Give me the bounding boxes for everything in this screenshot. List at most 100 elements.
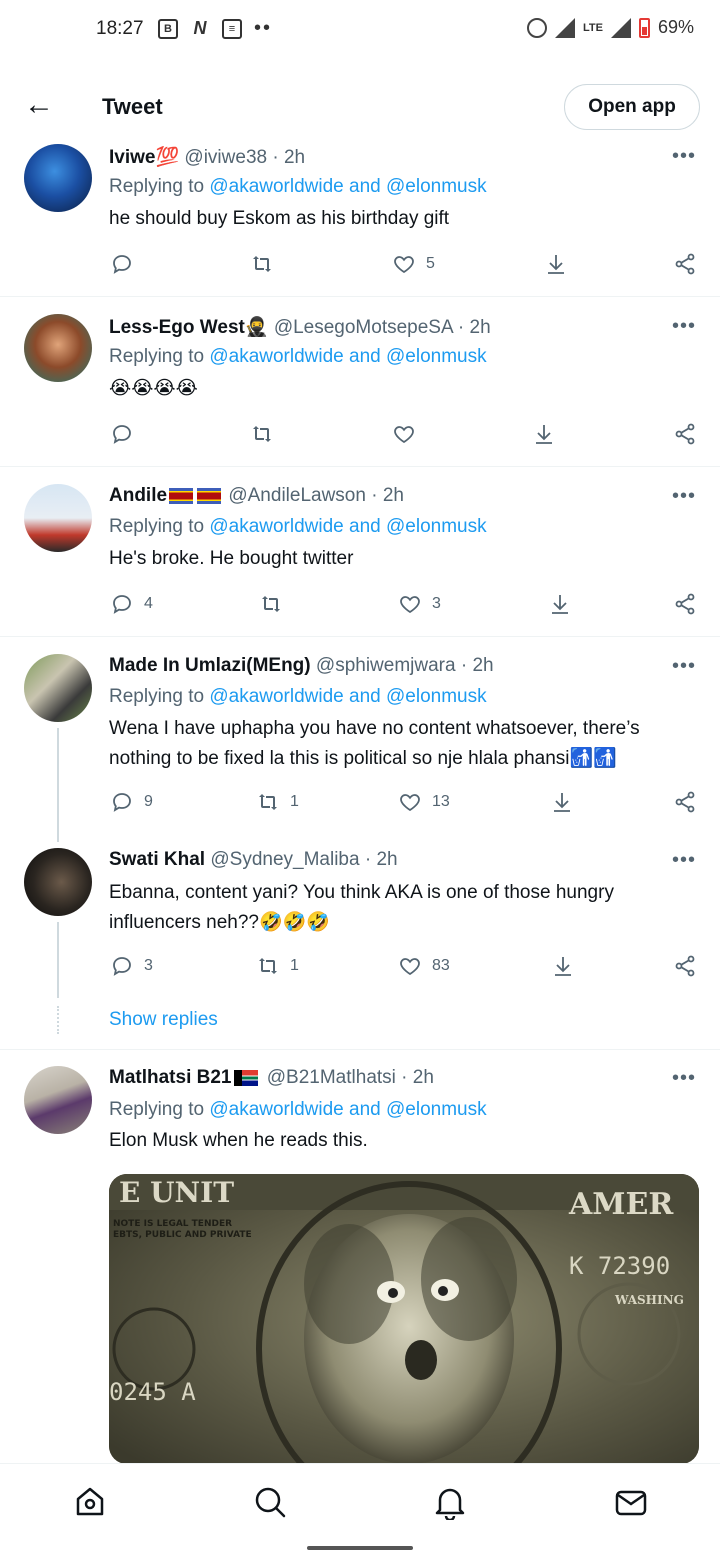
avatar[interactable] bbox=[24, 848, 92, 916]
like-button[interactable]: 13 bbox=[398, 790, 450, 814]
share-button[interactable] bbox=[673, 954, 697, 978]
replying-to: Replying to @akaworldwide and @elonmusk bbox=[109, 516, 487, 538]
author-handle: @LesegoMotsepeSA bbox=[273, 317, 453, 338]
tweet-author[interactable]: Swati Khal @Sydney_Maliba · 2h bbox=[109, 849, 398, 871]
replying-to: Replying to @akaworldwide and @elonmusk bbox=[109, 346, 487, 368]
like-button[interactable]: 83 bbox=[398, 954, 450, 978]
avatar[interactable] bbox=[24, 1066, 92, 1134]
tweet-time: · 2h bbox=[371, 485, 404, 506]
replying-prefix: Replying to bbox=[109, 1099, 210, 1120]
network-type: LTE bbox=[583, 21, 603, 34]
more-options-icon[interactable]: ••• bbox=[672, 849, 696, 872]
tweet-actions: 4 3 bbox=[0, 592, 720, 622]
battery-icon bbox=[638, 17, 650, 38]
open-app-button[interactable]: Open app bbox=[564, 84, 700, 130]
more-options-icon[interactable]: ••• bbox=[672, 655, 696, 678]
replying-prefix: Replying to bbox=[109, 686, 210, 707]
share-button[interactable] bbox=[673, 592, 697, 616]
tweet-text: Wena I have uphapha you have no content … bbox=[109, 718, 640, 769]
like-button[interactable]: 3 bbox=[398, 592, 441, 616]
gesture-bar[interactable] bbox=[307, 1546, 413, 1550]
status-bar: 18:27 B N ≡ •• LTE 69% bbox=[0, 0, 720, 62]
avatar[interactable] bbox=[24, 314, 92, 382]
reply-button[interactable]: 4 bbox=[110, 592, 153, 616]
search-icon[interactable] bbox=[252, 1484, 288, 1520]
tweet-author[interactable]: Iviwe💯 @iviwe38 · 2h bbox=[109, 145, 305, 169]
author-handle: @iviwe38 bbox=[184, 147, 268, 168]
more-options-icon[interactable]: ••• bbox=[672, 485, 696, 508]
like-button[interactable] bbox=[392, 422, 426, 446]
reply-button[interactable] bbox=[110, 252, 144, 276]
status-time: 18:27 bbox=[96, 18, 144, 39]
show-replies-link[interactable]: Show replies bbox=[109, 1009, 218, 1031]
like-icon bbox=[398, 790, 422, 814]
like-icon bbox=[398, 954, 422, 978]
tweet-author[interactable]: Matlhatsi B21 @B21Matlhatsi · 2h bbox=[109, 1067, 434, 1089]
reply-button[interactable] bbox=[110, 422, 144, 446]
replying-to: Replying to @akaworldwide and @elonmusk bbox=[109, 686, 487, 708]
retweet-button[interactable] bbox=[259, 592, 293, 616]
download-button[interactable] bbox=[550, 790, 574, 814]
author-name: Andile bbox=[109, 485, 168, 506]
tweet-media-image[interactable]: E UNIT AMER NOTE IS LEGAL TENDER EBTS, P… bbox=[109, 1174, 699, 1464]
avatar[interactable] bbox=[24, 654, 92, 722]
reply-button[interactable]: 3 bbox=[110, 954, 153, 978]
battery-level: 69% bbox=[657, 17, 694, 37]
replying-users-link[interactable]: @akaworldwide and @elonmusk bbox=[209, 346, 486, 367]
retweet-button[interactable]: 1 bbox=[256, 954, 299, 978]
like-button[interactable]: 5 bbox=[392, 252, 435, 276]
notifications-icon[interactable] bbox=[432, 1484, 468, 1522]
back-arrow-icon[interactable]: ← bbox=[24, 90, 54, 120]
replying-users-link[interactable]: @akaworldwide and @elonmusk bbox=[209, 516, 486, 537]
replying-users-link[interactable]: @akaworldwide and @elonmusk bbox=[209, 686, 486, 707]
share-button[interactable] bbox=[673, 252, 697, 276]
retweet-icon bbox=[256, 954, 280, 978]
share-button[interactable] bbox=[673, 422, 697, 446]
replying-prefix: Replying to bbox=[109, 346, 210, 367]
download-button[interactable] bbox=[548, 592, 572, 616]
download-icon bbox=[550, 790, 574, 814]
divider bbox=[0, 466, 720, 467]
retweet-button[interactable] bbox=[250, 252, 284, 276]
tweet-text: 😭😭😭😭 bbox=[109, 378, 198, 399]
author-name: Iviwe💯 bbox=[109, 147, 180, 168]
messages-icon[interactable] bbox=[613, 1484, 649, 1520]
more-options-icon[interactable]: ••• bbox=[672, 1067, 696, 1090]
tweet-time: · 2h bbox=[457, 317, 491, 338]
thread-line bbox=[57, 728, 59, 842]
tweet-actions: 5 bbox=[0, 252, 720, 282]
bill-text: WASHING bbox=[614, 1293, 684, 1307]
thread-dots bbox=[57, 1006, 59, 1034]
tweet-time: · 2h bbox=[272, 147, 306, 168]
tweet-author[interactable]: Made In Umlazi(MEng) @sphiwemjwara · 2h bbox=[109, 655, 494, 677]
replying-to: Replying to @akaworldwide and @elonmusk bbox=[109, 176, 487, 198]
more-options-icon[interactable]: ••• bbox=[672, 315, 696, 338]
retweet-button[interactable] bbox=[250, 422, 284, 446]
avatar[interactable] bbox=[24, 484, 92, 552]
replying-users-link[interactable]: @akaworldwide and @elonmusk bbox=[209, 1099, 486, 1120]
more-notifications-icon: •• bbox=[254, 17, 273, 39]
reply-icon bbox=[110, 252, 134, 276]
tweet-author[interactable]: Andile @AndileLawson · 2h bbox=[109, 485, 404, 507]
author-handle: @AndileLawson bbox=[228, 485, 366, 506]
more-options-icon[interactable]: ••• bbox=[672, 145, 696, 168]
share-icon bbox=[673, 252, 697, 276]
avatar[interactable] bbox=[24, 144, 92, 212]
author-handle: @sphiwemjwara bbox=[315, 655, 456, 676]
bill-text: K 72390 bbox=[569, 1252, 670, 1280]
notification-icons: B N ≡ •• bbox=[158, 17, 272, 40]
tweet-author[interactable]: Less-Ego West🥷 @LesegoMotsepeSA · 2h bbox=[109, 315, 491, 339]
share-button[interactable] bbox=[673, 790, 697, 814]
download-button[interactable] bbox=[532, 422, 556, 446]
reply-button[interactable]: 9 bbox=[110, 790, 153, 814]
tweet-text: Ebanna, content yani? You think AKA is o… bbox=[109, 882, 614, 933]
retweet-button[interactable]: 1 bbox=[256, 790, 299, 814]
like-icon bbox=[392, 422, 416, 446]
author-handle: @B21Matlhatsi bbox=[266, 1067, 396, 1088]
home-icon[interactable] bbox=[72, 1484, 108, 1520]
retweet-icon bbox=[256, 790, 280, 814]
download-button[interactable] bbox=[551, 954, 575, 978]
download-button[interactable] bbox=[544, 252, 568, 276]
retweet-icon bbox=[250, 422, 274, 446]
replying-users-link[interactable]: @akaworldwide and @elonmusk bbox=[209, 176, 486, 197]
